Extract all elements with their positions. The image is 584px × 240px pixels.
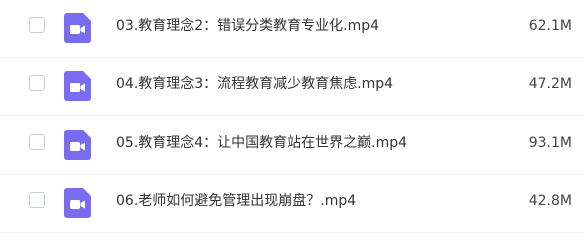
file-size: 62.1M xyxy=(528,18,572,34)
file-name[interactable]: 05.教育理念4：让中国教育站在世界之巅.mp4 xyxy=(116,133,407,153)
row-checkbox[interactable] xyxy=(29,75,45,91)
video-file-icon xyxy=(64,13,91,43)
row-checkbox[interactable] xyxy=(29,192,45,208)
file-size: 47.2M xyxy=(528,76,572,92)
file-list: 03.教育理念2：错误分类教育专业化.mp4 62.1M 04.教育理念3：流程… xyxy=(0,0,584,233)
file-row[interactable]: 04.教育理念3：流程教育减少教育焦虑.mp4 47.2M xyxy=(0,58,584,116)
row-checkbox[interactable] xyxy=(29,134,45,150)
file-size: 42.8M xyxy=(528,193,572,209)
file-row[interactable]: 06.老师如何避免管理出现崩盘？.mp4 42.8M xyxy=(0,175,584,233)
file-name[interactable]: 03.教育理念2：错误分类教育专业化.mp4 xyxy=(116,16,379,36)
file-row[interactable]: 05.教育理念4：让中国教育站在世界之巅.mp4 93.1M xyxy=(0,117,584,175)
video-file-icon xyxy=(64,130,91,160)
file-name[interactable]: 04.教育理念3：流程教育减少教育焦虑.mp4 xyxy=(116,74,393,94)
file-name[interactable]: 06.老师如何避免管理出现崩盘？.mp4 xyxy=(116,191,356,211)
file-size: 93.1M xyxy=(528,135,572,151)
video-file-icon xyxy=(64,71,91,101)
file-row[interactable]: 03.教育理念2：错误分类教育专业化.mp4 62.1M xyxy=(0,0,584,58)
row-checkbox[interactable] xyxy=(29,17,45,33)
video-file-icon xyxy=(64,188,91,218)
